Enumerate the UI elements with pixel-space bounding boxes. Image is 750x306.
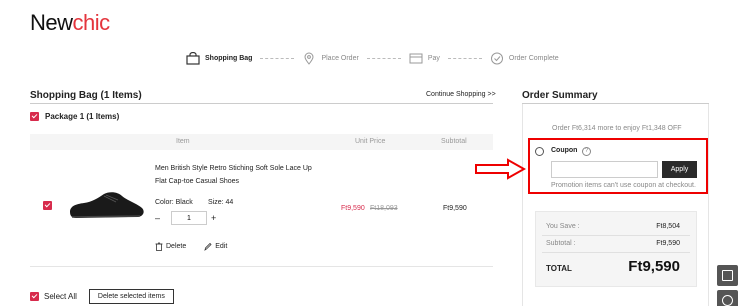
- increase-quantity-button[interactable]: +: [211, 213, 216, 223]
- step-label: Place Order: [321, 55, 359, 62]
- right-arrow-icon: [475, 158, 526, 180]
- coupon-code-input[interactable]: [551, 161, 658, 178]
- step-divider: [366, 58, 401, 59]
- package-checkbox[interactable]: [30, 112, 39, 121]
- trash-icon: [155, 242, 163, 251]
- decrease-quantity-button[interactable]: –: [155, 213, 167, 223]
- pencil-icon: [204, 242, 212, 251]
- package-label: Package 1 (1 Items): [45, 112, 120, 121]
- select-all-label[interactable]: Select All: [44, 292, 77, 301]
- product-size: Size: 44: [208, 199, 234, 206]
- copy-icon: [722, 270, 733, 281]
- step-order-complete: Order Complete: [490, 52, 559, 65]
- price-summary: You Save : Ft8,504 Subtotal : Ft9,590 TO…: [535, 211, 697, 287]
- divider: [542, 252, 690, 253]
- step-shopping-bag: Shopping Bag: [186, 52, 252, 65]
- step-place-order: Place Order: [302, 52, 359, 65]
- subtotal-label: Subtotal :: [546, 240, 576, 247]
- promo-message: Order Ft6,314 more to enjoy Ft1,348 OFF: [552, 125, 682, 132]
- original-price: Ft18,093: [370, 205, 398, 212]
- continue-shopping-link[interactable]: Continue Shopping >>: [426, 91, 496, 98]
- divider: [30, 266, 493, 267]
- item-actions: Delete Edit: [155, 242, 227, 251]
- you-save-label: You Save :: [546, 223, 580, 230]
- edit-label: Edit: [215, 243, 228, 250]
- headset-icon: [722, 295, 733, 306]
- column-item: Item: [176, 138, 190, 145]
- item-subtotal: Ft9,590: [443, 205, 467, 212]
- support-button[interactable]: [717, 290, 738, 306]
- logo-text-chic: chic: [72, 10, 111, 35]
- logo-text-new: New: [30, 10, 73, 35]
- card-icon: [409, 53, 423, 64]
- step-label: Order Complete: [508, 55, 559, 62]
- column-subtotal: Subtotal: [441, 138, 467, 145]
- delete-selected-button[interactable]: Delete selected items: [88, 289, 174, 304]
- you-save-row: You Save : Ft8,504: [546, 223, 680, 230]
- step-label: Pay: [427, 55, 440, 62]
- order-summary-title: Order Summary: [522, 90, 598, 101]
- step-divider: [447, 58, 482, 59]
- subtotal-row: Subtotal : Ft9,590: [546, 240, 680, 247]
- side-tool-button[interactable]: [717, 265, 738, 286]
- product-color: Color: Black: [155, 199, 193, 206]
- coupon-label[interactable]: Coupon: [551, 147, 577, 154]
- product-image[interactable]: [66, 188, 146, 222]
- check-circle-icon: [490, 52, 503, 65]
- divider: [30, 103, 493, 104]
- bulk-actions: Select All Delete selected items: [30, 289, 174, 304]
- step-label: Shopping Bag: [205, 55, 253, 62]
- product-name[interactable]: Men British Style Retro Stiching Soft So…: [155, 162, 315, 188]
- you-save-value: Ft8,504: [656, 223, 680, 230]
- unit-price: Ft9,590: [341, 205, 365, 212]
- quantity-stepper: – +: [155, 211, 216, 225]
- help-icon[interactable]: ?: [582, 147, 591, 156]
- edit-button[interactable]: Edit: [204, 242, 227, 251]
- apply-coupon-button[interactable]: Apply: [662, 161, 697, 178]
- select-all-checkbox[interactable]: [30, 292, 39, 301]
- location-pin-icon: [304, 52, 314, 65]
- package-header: Package 1 (1 Items): [30, 112, 119, 121]
- delete-label: Delete: [166, 243, 187, 250]
- total-value: Ft9,590: [628, 258, 680, 275]
- delete-button[interactable]: Delete: [155, 242, 186, 251]
- coupon-note: Promotion items can't use coupon at chec…: [551, 182, 696, 189]
- divider: [542, 235, 690, 236]
- column-unit-price: Unit Price: [355, 138, 386, 145]
- total-label: TOTAL: [546, 264, 572, 273]
- bag-icon: [186, 52, 200, 65]
- quantity-input[interactable]: [171, 211, 207, 225]
- item-checkbox[interactable]: [43, 201, 52, 210]
- shopping-bag-title: Shopping Bag (1 Items): [30, 90, 142, 101]
- checkout-steps: Shopping Bag Place Order Pay Order Compl…: [186, 52, 559, 65]
- newchic-logo[interactable]: Newchic: [30, 10, 110, 36]
- step-divider: [260, 58, 295, 59]
- items-table-header: Item Unit Price Subtotal: [30, 134, 493, 150]
- subtotal-value: Ft9,590: [656, 240, 680, 247]
- step-pay: Pay: [409, 52, 440, 65]
- coupon-radio[interactable]: [535, 147, 544, 156]
